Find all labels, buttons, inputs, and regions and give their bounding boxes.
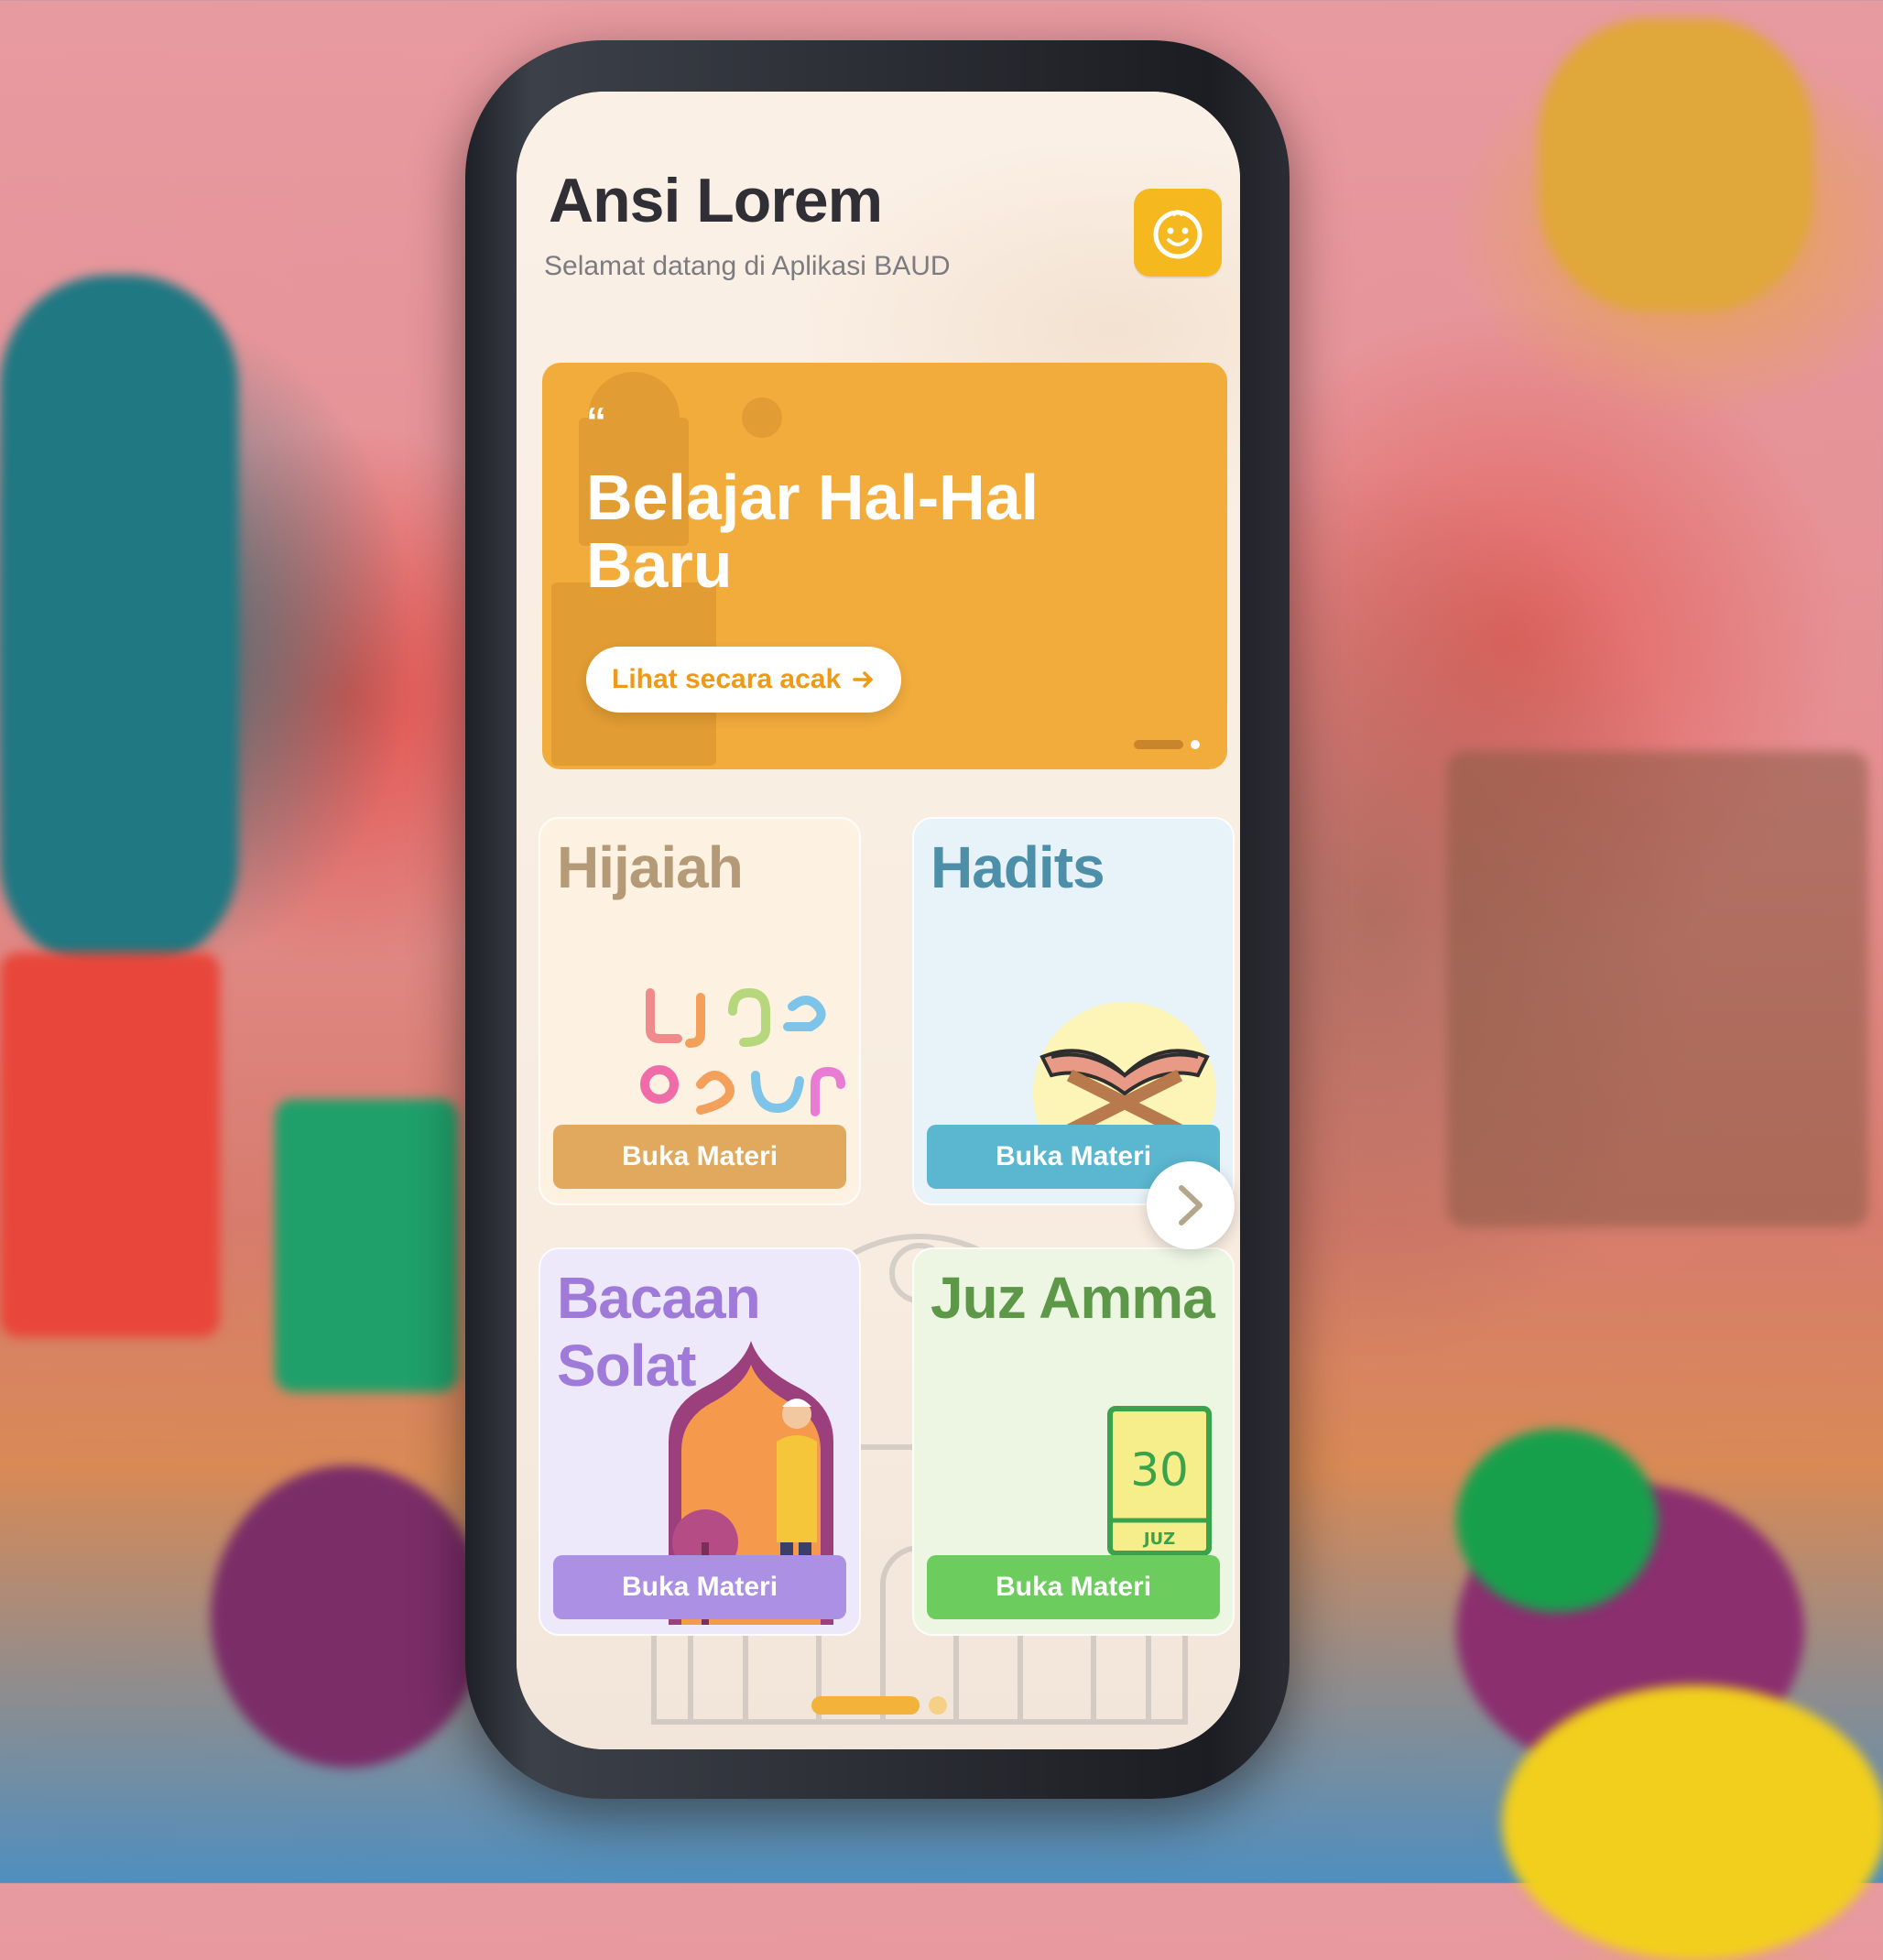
juz-badge-number: 30 (1130, 1443, 1189, 1497)
card-title-juz-amma: Juz Amma (931, 1265, 1215, 1331)
page-title: Ansi Lorem (549, 166, 883, 235)
background-shelf (1447, 751, 1868, 1227)
smiley-face-icon (1153, 210, 1203, 259)
arrow-right-icon (853, 671, 873, 688)
welcome-subtitle: Selamat datang di Aplikasi BAUD (544, 251, 951, 281)
open-material-button-hijaiah[interactable]: Buka Materi (553, 1125, 846, 1189)
chevron-right-icon (1179, 1185, 1203, 1225)
carousel-dot[interactable] (1191, 740, 1200, 749)
juz-30-book-icon: 30 JUZ (1107, 1406, 1212, 1556)
card-juz-amma[interactable]: Juz Amma 30 JUZ Buka Materi (912, 1247, 1235, 1636)
random-browse-label: Lihat secara acak (612, 664, 842, 694)
background-purple-ball-left (211, 1465, 485, 1768)
background-yellow-ball (1502, 1685, 1883, 1960)
background-red-shape (0, 953, 220, 1337)
card-hadits[interactable]: Hadits Buka Materi (912, 817, 1235, 1205)
card-hijaiah[interactable]: Hijaiah Buka Materi (539, 817, 861, 1205)
quote-mark: “ (586, 399, 606, 444)
arabic-letters-icon (640, 987, 845, 1116)
app-screen: Ansi Lorem Selamat datang di Aplikasi BA… (517, 92, 1240, 1749)
carousel-dot-active[interactable] (1134, 740, 1183, 749)
juz-badge-text: JUZ (1142, 1530, 1175, 1549)
background-teal-plush (0, 275, 238, 971)
banner-headline: Belajar Hal-Hal Baru (586, 462, 1039, 601)
card-title-hadits: Hadits (931, 834, 1105, 900)
background-green-block (275, 1099, 458, 1392)
profile-avatar-button[interactable] (1134, 189, 1222, 277)
random-browse-button[interactable]: Lihat secara acak (586, 647, 902, 713)
card-bacaan-solat[interactable]: Bacaan Solat Buka Materi (539, 1247, 861, 1636)
open-material-button-bacaan-solat[interactable]: Buka Materi (553, 1555, 846, 1619)
page-dot[interactable] (929, 1696, 947, 1715)
card-title-hijaiah: Hijaiah (557, 834, 744, 900)
background-star (1539, 18, 1813, 311)
banner-carousel-indicator (1134, 740, 1200, 749)
page-dot-active[interactable] (811, 1696, 920, 1715)
featured-banner[interactable]: “ Belajar Hal-Hal Baru Lihat secara acak (542, 363, 1227, 769)
card-title-bacaan-solat: Bacaan Solat (557, 1265, 761, 1399)
open-material-button-juz-amma[interactable]: Buka Materi (927, 1555, 1220, 1619)
page-indicator (811, 1696, 947, 1715)
next-page-button[interactable] (1147, 1161, 1235, 1249)
background-green-ball (1456, 1429, 1658, 1612)
